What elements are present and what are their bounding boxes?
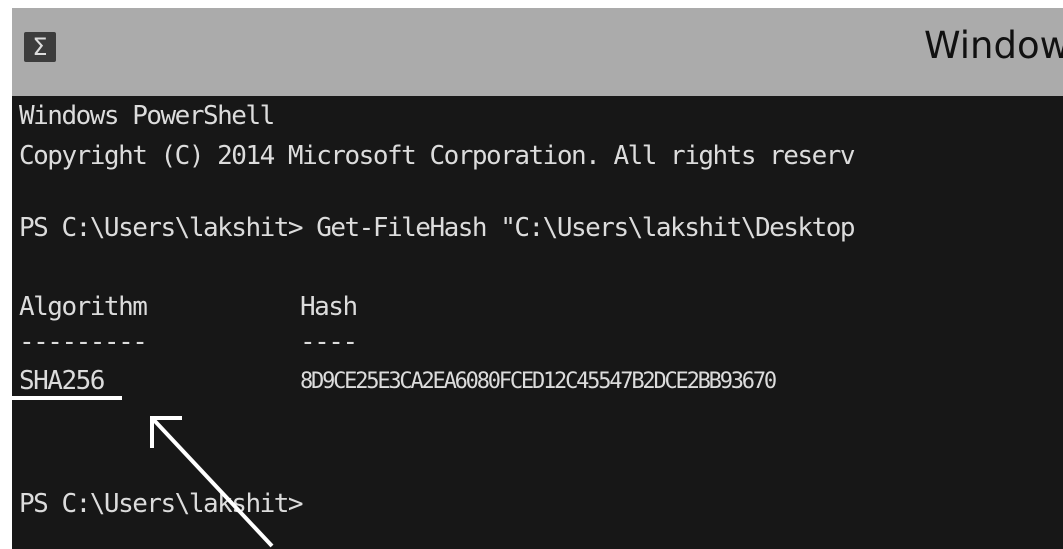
window-title: Window: [924, 24, 1063, 67]
separator-algorithm: ---------: [19, 327, 148, 357]
console-output[interactable]: Windows PowerShell Copyright (C) 2014 Mi…: [12, 96, 1063, 549]
row-algorithm: SHA256: [19, 366, 105, 396]
title-bar[interactable]: Σ Window: [12, 8, 1063, 96]
column-header-hash: Hash: [300, 292, 358, 322]
command-line: PS C:\Users\lakshit> Get-FileHash "C:\Us…: [19, 213, 856, 243]
column-header-algorithm: Algorithm: [19, 292, 148, 322]
prompt-line: PS C:\Users\lakshit>: [19, 489, 304, 519]
banner-line-2: Copyright (C) 2014 Microsoft Corporation…: [19, 141, 856, 171]
banner-line-1: Windows PowerShell: [19, 101, 275, 131]
row-hash: 8D9CE25E3CA2EA6080FCED12C45547B2DCE2BB93…: [300, 369, 777, 394]
powershell-window: Σ Window Windows PowerShell Copyright (C…: [12, 8, 1063, 549]
separator-hash: ----: [300, 327, 358, 357]
powershell-icon: Σ: [24, 32, 56, 62]
highlight-underline: [9, 396, 122, 400]
